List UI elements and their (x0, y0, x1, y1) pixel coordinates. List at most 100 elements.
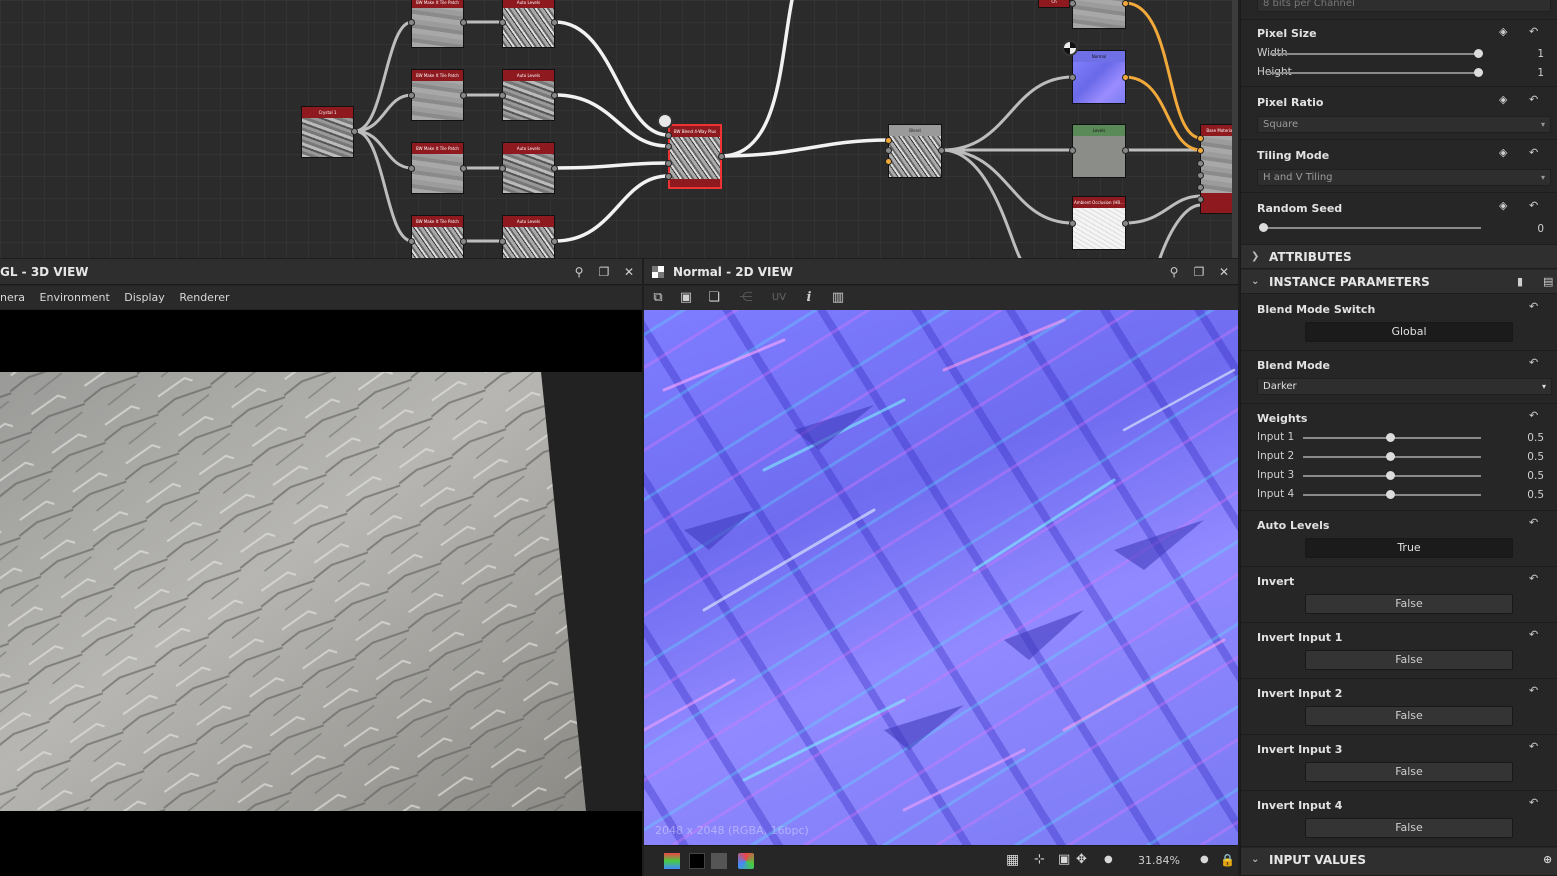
reset-icon[interactable]: ↶ (1529, 146, 1538, 159)
output-port[interactable] (551, 19, 558, 26)
reset-icon[interactable]: ↶ (1529, 300, 1538, 313)
graph-node-ch[interactable]: Ch (1038, 0, 1070, 8)
save-icon[interactable]: ▣ (677, 289, 695, 307)
input-port[interactable] (408, 238, 415, 245)
reset-icon[interactable]: ↶ (1529, 628, 1538, 641)
input-port[interactable] (1069, 74, 1076, 81)
lock-icon[interactable]: 🔒 (1220, 853, 1235, 867)
reset-icon[interactable]: ↶ (1529, 516, 1538, 529)
input-port[interactable] (885, 137, 892, 144)
export-icon[interactable]: ⧉ (649, 289, 667, 307)
input-port[interactable] (499, 19, 506, 26)
maximize-icon[interactable]: ❐ (1190, 259, 1208, 285)
reset-icon[interactable]: ↶ (1529, 740, 1538, 753)
input-port[interactable] (1069, 220, 1076, 227)
document-icon[interactable]: ▤ (1543, 270, 1553, 294)
input-3-slider[interactable] (1386, 471, 1395, 480)
graph-node-ambient-occlusion[interactable]: Ambient Occlusion (HB... (1072, 196, 1126, 250)
pixel-ratio-dropdown[interactable]: Square ▾ (1257, 116, 1551, 133)
input-port[interactable] (1197, 172, 1204, 179)
invert-input-2-toggle[interactable]: False (1305, 706, 1513, 726)
pin-icon[interactable]: ⚲ (1165, 259, 1183, 285)
menu-display[interactable]: Display (124, 286, 165, 309)
output-port[interactable] (938, 147, 945, 154)
invert-input-3-toggle[interactable]: False (1305, 762, 1513, 782)
inheritance-icon[interactable]: ◈ (1499, 146, 1507, 159)
output-port[interactable] (551, 165, 558, 172)
input-port[interactable] (665, 173, 672, 180)
copy-icon[interactable]: ❏ (705, 289, 723, 307)
inheritance-icon[interactable]: ◈ (1499, 199, 1507, 212)
reset-icon[interactable]: ↶ (1529, 409, 1538, 422)
input-port[interactable] (499, 92, 506, 99)
blend-mode-dropdown[interactable]: Darker ▾ (1257, 378, 1552, 395)
width-slider[interactable] (1474, 49, 1483, 58)
input-port[interactable] (1197, 160, 1204, 167)
attributes-header[interactable]: ❯ ATTRIBUTES (1241, 245, 1557, 269)
reset-icon[interactable]: ↶ (1529, 25, 1538, 38)
output-port[interactable] (460, 238, 467, 245)
inheritance-icon[interactable]: ◈ (1499, 25, 1507, 38)
grid-icon[interactable]: ▦ (1006, 852, 1019, 868)
channels-icon[interactable] (711, 853, 727, 869)
reset-icon[interactable]: ↶ (1529, 572, 1538, 585)
preset-icon[interactable]: ▮ (1517, 270, 1523, 294)
output-port[interactable] (460, 165, 467, 172)
graph-node-normal[interactable]: Normal (1072, 50, 1126, 104)
input-port[interactable] (408, 92, 415, 99)
input-port[interactable] (665, 132, 672, 139)
2d-viewport[interactable]: 2048 x 2048 (RGBA, 16bpc) (644, 310, 1238, 845)
output-port[interactable] (351, 128, 358, 135)
node-graph[interactable]: Crystal 1 BW Make It Tile Patch BW Make … (0, 0, 1238, 258)
maximize-icon[interactable]: ❐ (595, 259, 613, 285)
zoom-in-icon[interactable]: ● (1200, 854, 1209, 865)
graph-node-auto-levels-2[interactable]: Auto Levels (502, 69, 555, 121)
checker-icon[interactable] (1062, 40, 1078, 56)
output-port[interactable] (460, 92, 467, 99)
output-port[interactable] (551, 238, 558, 245)
instance-parameters-header[interactable]: ⌄ INSTANCE PARAMETERS ▮ ▤ (1241, 270, 1557, 294)
output-port[interactable] (551, 92, 558, 99)
graph-node-make-it-tile-4[interactable]: BW Make It Tile Patch (411, 215, 464, 258)
graph-node-blend[interactable]: Blend (888, 124, 942, 178)
graph-node-make-it-tile-1[interactable]: BW Make It Tile Patch (411, 0, 464, 48)
layers-icon[interactable] (664, 853, 680, 869)
input-port[interactable] (408, 19, 415, 26)
graph-node-make-it-tile-3[interactable]: BW Make It Tile Patch (411, 142, 464, 194)
invert-input-1-toggle[interactable]: False (1305, 650, 1513, 670)
input-2-slider[interactable] (1386, 452, 1395, 461)
input-port[interactable] (1197, 196, 1204, 203)
tiling-mode-dropdown[interactable]: H and V Tiling ▾ (1257, 169, 1551, 186)
histogram-icon[interactable]: ▥ (828, 289, 848, 307)
graph-node-auto-levels-4[interactable]: Auto Levels (502, 215, 555, 258)
reset-icon[interactable]: ↶ (1529, 93, 1538, 106)
input-values-header[interactable]: ⌄ INPUT VALUES ⊕ (1241, 848, 1557, 876)
input-port[interactable] (885, 158, 892, 165)
background-color-icon[interactable] (689, 853, 705, 869)
close-icon[interactable]: ✕ (620, 259, 638, 285)
graph-node-blend-4-way[interactable]: BW Blend 4-Way Plus (668, 124, 722, 189)
input-port[interactable] (885, 147, 892, 154)
uv-dropdown[interactable]: UV (764, 289, 794, 307)
invert-toggle[interactable]: False (1305, 594, 1513, 614)
output-port[interactable] (1122, 220, 1129, 227)
input-port[interactable] (665, 143, 672, 150)
output-port[interactable] (718, 153, 725, 160)
input-1-slider[interactable] (1386, 433, 1395, 442)
pin-icon[interactable]: ⚲ (570, 259, 588, 285)
close-icon[interactable]: ✕ (1215, 259, 1233, 285)
menu-camera[interactable]: nera (0, 286, 25, 309)
3d-viewport[interactable] (0, 310, 642, 876)
input-port[interactable] (1197, 135, 1204, 142)
output-port[interactable] (1122, 0, 1129, 7)
graph-node-top-gray[interactable] (1072, 0, 1126, 29)
menu-renderer[interactable]: Renderer (179, 286, 229, 309)
output-port[interactable] (460, 19, 467, 26)
reset-icon[interactable]: ↶ (1529, 199, 1538, 212)
output-format-field[interactable]: 8 bits per Channel (1257, 0, 1551, 12)
graph-node-auto-levels-3[interactable]: Auto Levels (502, 142, 555, 194)
random-seed-slider[interactable] (1259, 223, 1268, 232)
invert-input-4-toggle[interactable]: False (1305, 818, 1513, 838)
input-port[interactable] (665, 160, 672, 167)
graph-scrollbar[interactable] (1232, 0, 1238, 258)
